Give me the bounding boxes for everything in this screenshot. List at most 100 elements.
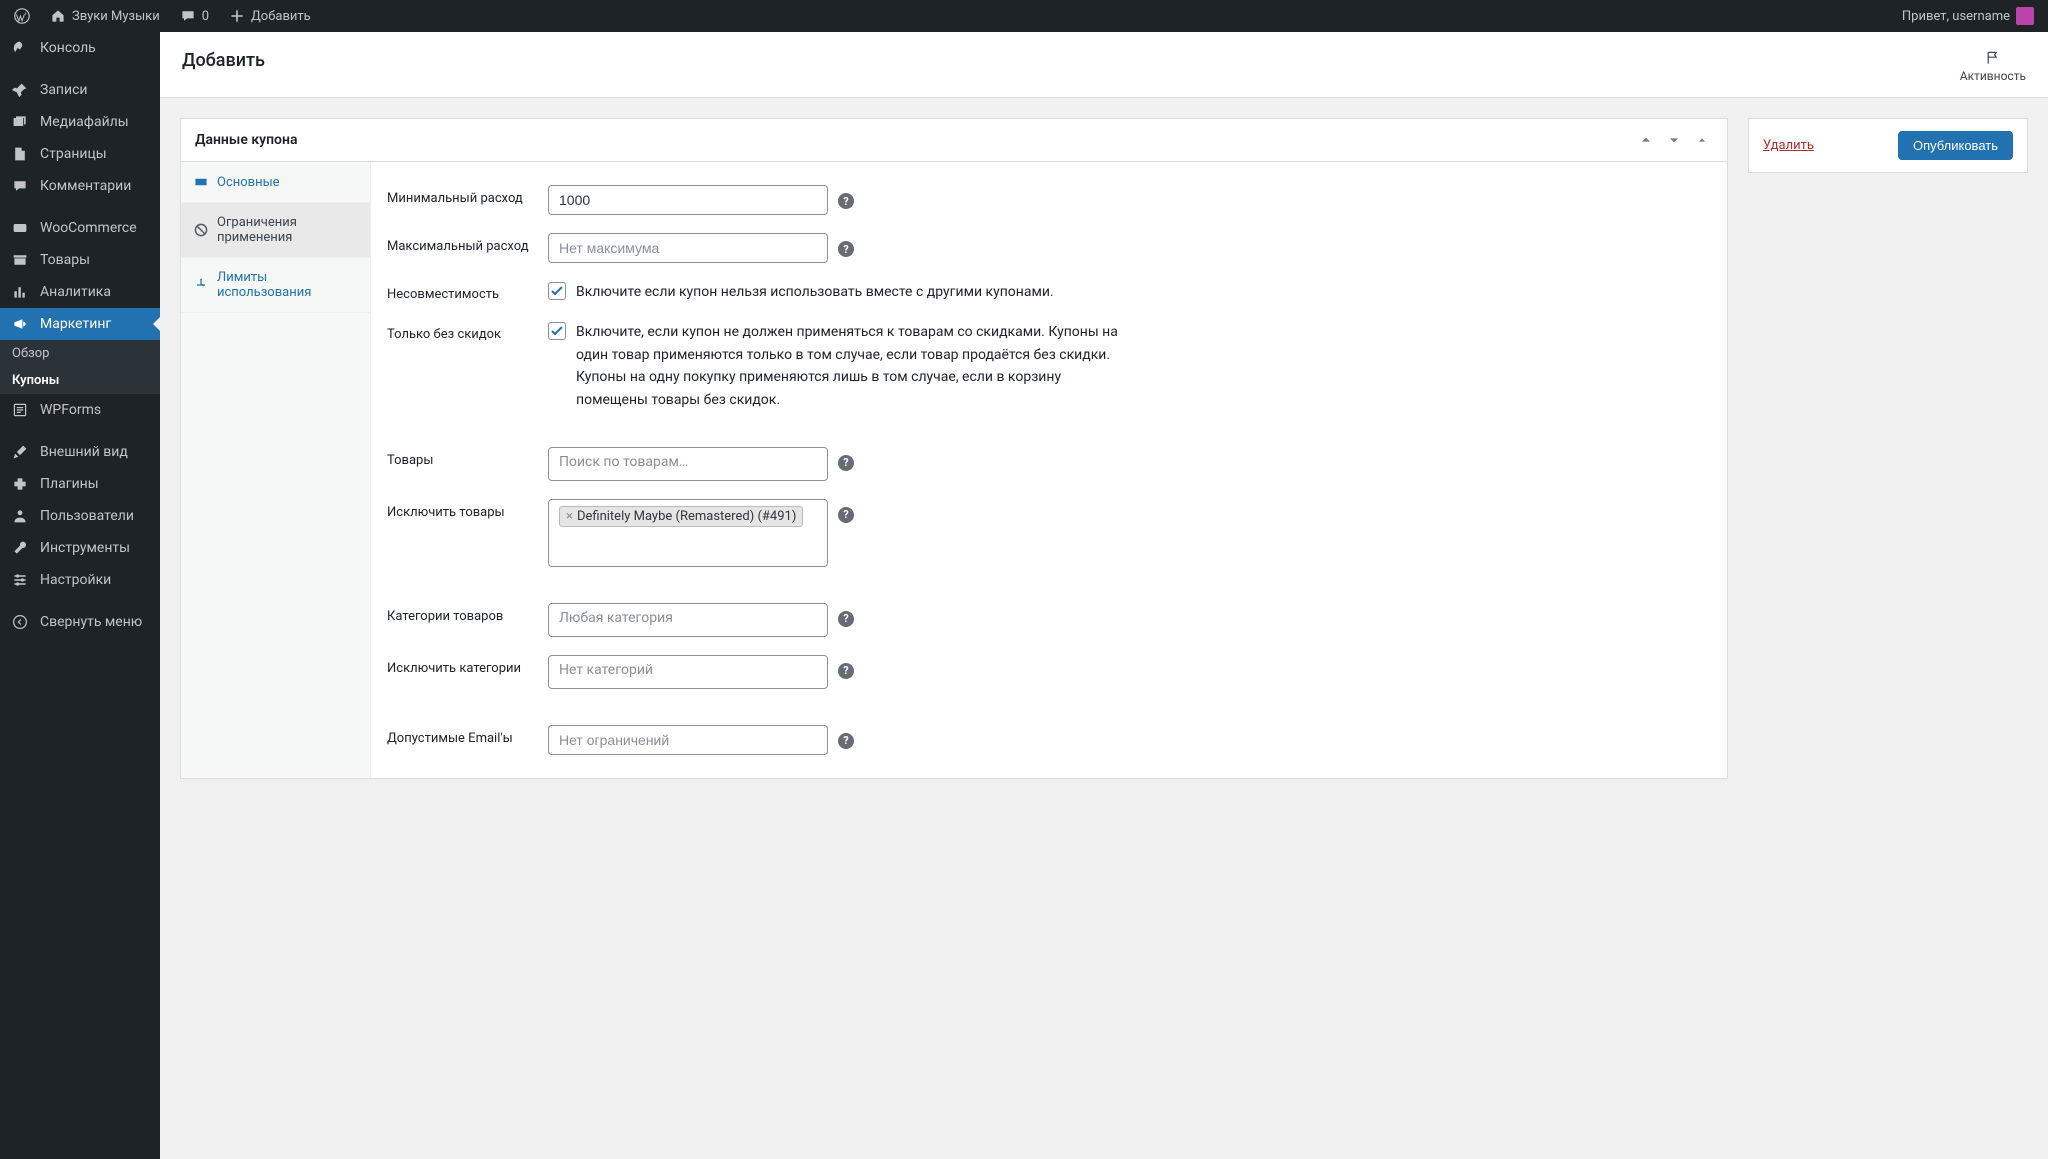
comments-link[interactable]: 0 (174, 0, 215, 32)
brush-icon (10, 444, 30, 460)
help-icon[interactable]: ? (838, 241, 854, 257)
panel-header: Данные купона (181, 119, 1727, 162)
max-spend-label: Максимальный расход (387, 233, 532, 254)
exclude-products-select[interactable]: ×Definitely Maybe (Remastered) (#491) (548, 499, 828, 567)
individual-use-text: Включите если купон нельзя использовать … (576, 281, 1054, 303)
panel-toggle[interactable] (1691, 129, 1713, 151)
user-greeting[interactable]: Привет, username (1896, 0, 2040, 32)
help-icon[interactable]: ? (838, 455, 854, 471)
ban-icon (193, 222, 209, 238)
greeting-text: Привет, username (1902, 9, 2010, 24)
sidebar-item-settings[interactable]: Настройки (0, 564, 160, 596)
panel-move-down[interactable] (1663, 129, 1685, 151)
archive-icon (10, 252, 30, 268)
add-label: Добавить (251, 9, 311, 24)
activity-label: Активность (1960, 69, 2026, 83)
caret-up-icon (1694, 132, 1710, 148)
individual-use-label: Несовместимость (387, 281, 532, 302)
pin-icon (10, 82, 30, 98)
page-icon (10, 146, 30, 162)
flag-icon (1985, 50, 2001, 66)
submenu-coupons[interactable]: Купоны (0, 367, 160, 394)
sidebar-item-marketing[interactable]: Маркетинг (0, 308, 160, 340)
chip-remove[interactable]: × (566, 509, 573, 524)
tab-usage-restriction[interactable]: Ограничения применения (181, 203, 370, 258)
emails-input[interactable] (548, 725, 828, 755)
products-select[interactable]: Поиск по товарам… (548, 447, 828, 481)
chevron-down-icon (1666, 132, 1682, 148)
help-icon[interactable]: ? (838, 733, 854, 749)
min-spend-input[interactable] (548, 185, 828, 215)
sidebar-item-comments[interactable]: Комментарии (0, 170, 160, 202)
max-spend-input[interactable] (548, 233, 828, 263)
comments-count: 0 (202, 9, 209, 24)
sidebar-item-dashboard[interactable]: Консоль (0, 32, 160, 64)
sidebar-item-appearance[interactable]: Внешний вид (0, 436, 160, 468)
check-icon (549, 283, 565, 299)
site-name: Звуки Музыки (72, 9, 160, 24)
help-icon[interactable]: ? (838, 193, 854, 209)
publish-panel: Удалить Опубликовать (1748, 118, 2028, 173)
sidebar-item-pages[interactable]: Страницы (0, 138, 160, 170)
panel-move-up[interactable] (1635, 129, 1657, 151)
exclude-categories-select[interactable]: Нет категорий (548, 655, 828, 689)
emails-label: Допустимые Email'ы (387, 725, 532, 746)
individual-use-checkbox[interactable] (548, 282, 566, 300)
wp-logo[interactable] (8, 0, 36, 32)
activity-button[interactable]: Активность (1960, 50, 2026, 83)
sidebar-item-analytics[interactable]: Аналитика (0, 276, 160, 308)
comment-icon (10, 178, 30, 194)
collapse-icon (10, 614, 30, 630)
sidebar-item-plugins[interactable]: Плагины (0, 468, 160, 500)
sidebar-submenu-marketing: Обзор Купоны (0, 340, 160, 394)
sidebar-item-media[interactable]: Медиафайлы (0, 106, 160, 138)
woo-icon (10, 220, 30, 236)
wordpress-icon (14, 8, 30, 24)
admin-sidebar: Консоль Записи Медиафайлы Страницы Комме… (0, 32, 160, 1159)
product-chip: ×Definitely Maybe (Remastered) (#491) (559, 506, 803, 527)
exclude-categories-label: Исключить категории (387, 655, 532, 676)
help-icon[interactable]: ? (838, 663, 854, 679)
avatar (2016, 7, 2034, 25)
categories-label: Категории товаров (387, 603, 532, 624)
page-header: Добавить Активность (160, 32, 2048, 98)
submenu-overview[interactable]: Обзор (0, 340, 160, 367)
sidebar-item-woocommerce[interactable]: WooCommerce (0, 212, 160, 244)
dashboard-icon (10, 40, 30, 56)
sidebar-collapse[interactable]: Свернуть меню (0, 606, 160, 638)
publish-button[interactable]: Опубликовать (1898, 131, 2013, 160)
ticket-icon (193, 174, 209, 190)
main-content: Добавить Активность Данные купона (160, 32, 2048, 1159)
page-title: Добавить (182, 50, 265, 71)
panel-title: Данные купона (195, 132, 297, 148)
site-home-link[interactable]: Звуки Музыки (44, 0, 166, 32)
sidebar-item-products[interactable]: Товары (0, 244, 160, 276)
products-label: Товары (387, 447, 532, 468)
sidebar-item-tools[interactable]: Инструменты (0, 532, 160, 564)
chart-icon (10, 284, 30, 300)
coupon-data-panel: Данные купона Основные (180, 118, 1728, 779)
help-icon[interactable]: ? (838, 507, 854, 523)
limit-icon (193, 277, 209, 293)
plugin-icon (10, 476, 30, 492)
user-icon (10, 508, 30, 524)
tab-general[interactable]: Основные (181, 162, 370, 203)
comment-icon (180, 8, 196, 24)
min-spend-label: Минимальный расход (387, 185, 532, 206)
help-icon[interactable]: ? (838, 611, 854, 627)
check-icon (549, 323, 565, 339)
form-icon (10, 402, 30, 418)
delete-link[interactable]: Удалить (1763, 138, 1814, 153)
coupon-tabs: Основные Ограничения применения Лимиты и… (181, 162, 371, 778)
wrench-icon (10, 540, 30, 556)
exclude-sale-checkbox[interactable] (548, 322, 566, 340)
megaphone-icon (10, 316, 30, 332)
sidebar-item-users[interactable]: Пользователи (0, 500, 160, 532)
categories-select[interactable]: Любая категория (548, 603, 828, 637)
sidebar-item-posts[interactable]: Записи (0, 74, 160, 106)
tab-usage-limits[interactable]: Лимиты использования (181, 258, 370, 313)
exclude-sale-label: Только без скидок (387, 321, 532, 342)
exclude-sale-text: Включите, если купон не должен применять… (576, 321, 1136, 411)
sidebar-item-wpforms[interactable]: WPForms (0, 394, 160, 426)
add-new-link[interactable]: Добавить (223, 0, 317, 32)
